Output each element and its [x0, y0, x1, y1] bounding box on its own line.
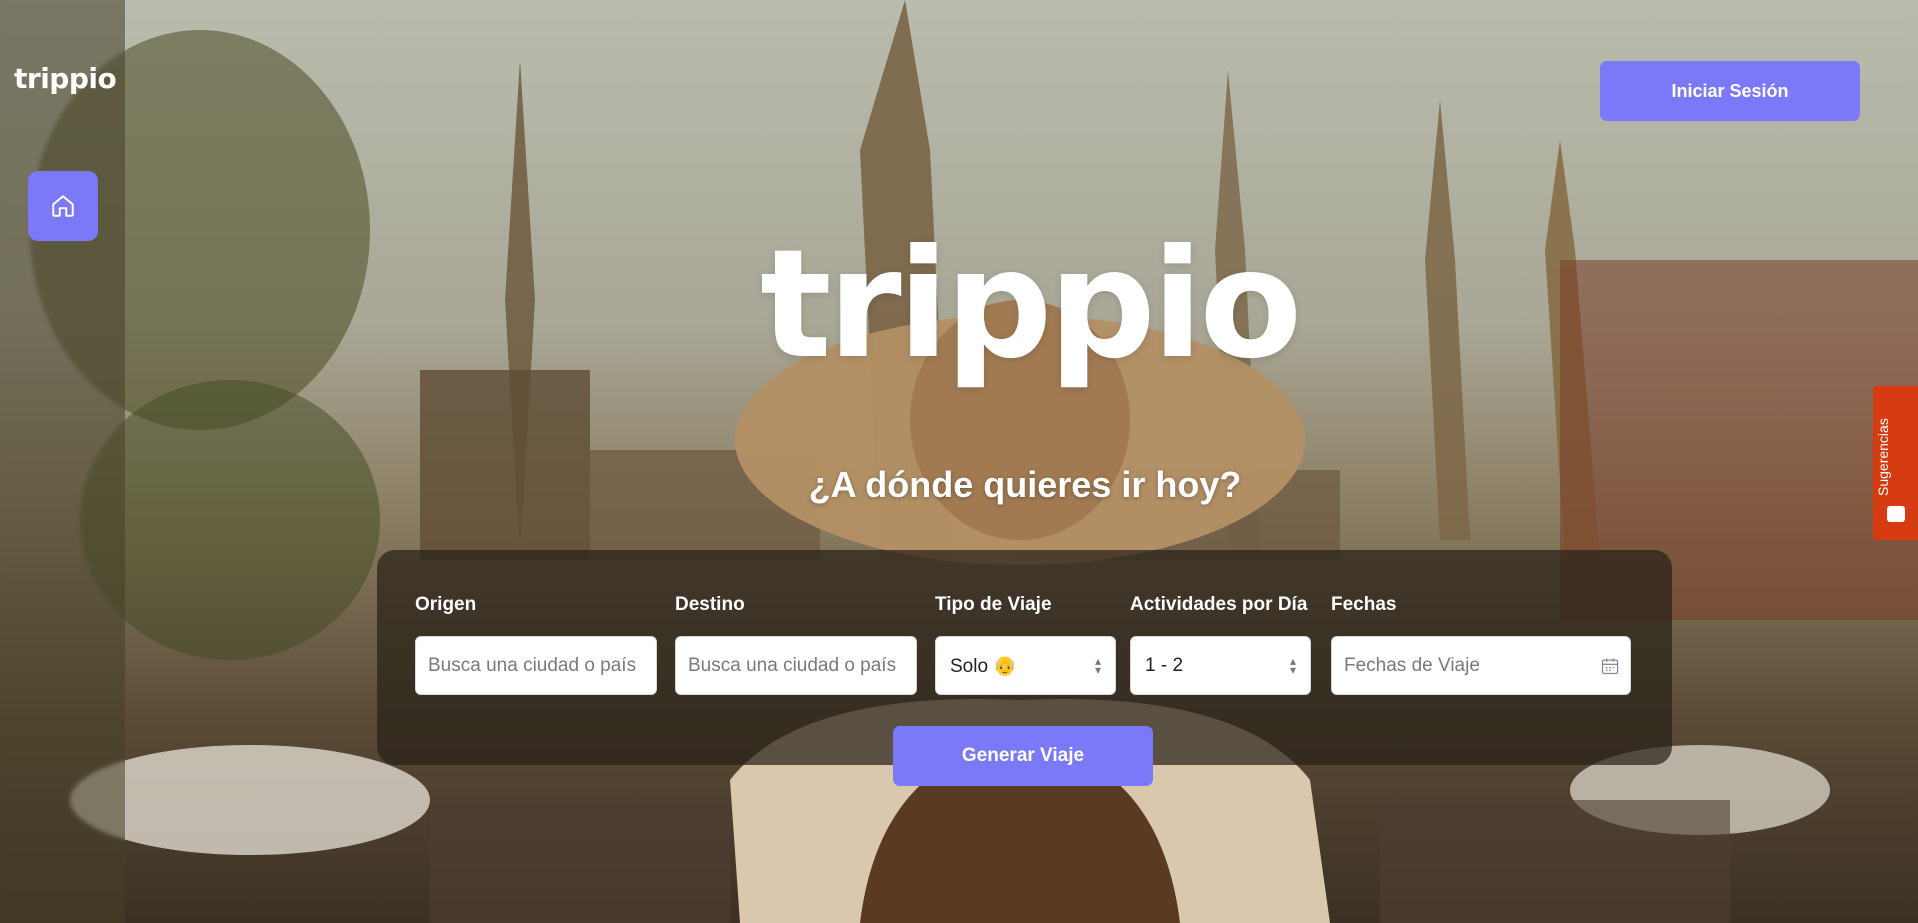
- destination-label: Destino: [675, 594, 745, 615]
- dates-label: Fechas: [1331, 594, 1397, 615]
- sidebar-logo[interactable]: trippio: [14, 62, 117, 95]
- login-button[interactable]: Iniciar Sesión: [1600, 61, 1860, 121]
- hero-logo: trippio: [760, 218, 1302, 392]
- activities-select[interactable]: 1 - 2 ▴ ▾: [1130, 636, 1311, 695]
- feedback-label: Sugerencias: [1875, 418, 1891, 496]
- dates-input[interactable]: [1342, 653, 1600, 678]
- destination-field[interactable]: [675, 636, 917, 695]
- origin-label: Origen: [415, 594, 477, 615]
- feedback-icon: [1887, 506, 1905, 522]
- trip-type-select[interactable]: Solo 👴 ▴ ▾: [935, 636, 1116, 695]
- calendar-icon[interactable]: [1600, 655, 1620, 677]
- trip-type-value: Solo 👴: [950, 655, 1017, 677]
- dates-field[interactable]: [1331, 636, 1631, 695]
- feedback-tab[interactable]: Sugerencias: [1873, 386, 1918, 540]
- activities-label: Actividades por Día: [1130, 594, 1308, 615]
- origin-field[interactable]: [415, 636, 657, 695]
- chevron-up-down-icon: ▴ ▾: [1094, 653, 1101, 677]
- destination-input[interactable]: [686, 653, 906, 678]
- hero-subtitle: ¿A dónde quieres ir hoy?: [808, 464, 1242, 505]
- origin-input[interactable]: [426, 653, 646, 678]
- home-button[interactable]: [28, 171, 98, 241]
- trip-type-label: Tipo de Viaje: [935, 594, 1052, 615]
- generate-trip-button[interactable]: Generar Viaje: [893, 726, 1153, 786]
- sidebar: trippio: [0, 0, 125, 923]
- chevron-up-down-icon: ▴ ▾: [1289, 653, 1296, 677]
- activities-value: 1 - 2: [1145, 654, 1184, 676]
- home-icon: [52, 195, 74, 217]
